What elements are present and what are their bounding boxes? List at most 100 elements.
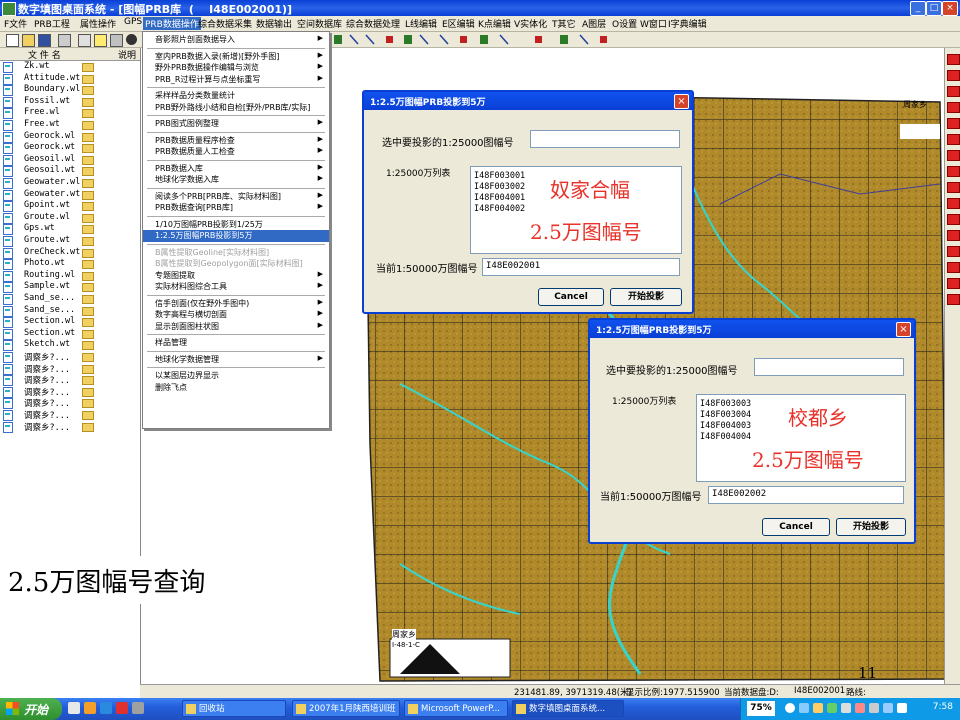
- layer-tool-icon[interactable]: [947, 182, 960, 193]
- folder-icon[interactable]: [82, 364, 94, 374]
- menu-data-collection[interactable]: 综合数据采集: [198, 17, 252, 30]
- menu-layer[interactable]: A图层: [582, 17, 606, 30]
- folder-icon[interactable]: [82, 260, 94, 270]
- folder-icon[interactable]: [82, 190, 94, 200]
- folder-icon[interactable]: [82, 376, 94, 386]
- dropdown-menu-item[interactable]: 地球化学数据管理 ▶: [143, 354, 329, 366]
- file-list-item[interactable]: Fossil.wt: [0, 96, 140, 108]
- folder-icon[interactable]: [82, 237, 94, 246]
- file-list-item[interactable]: Routing.wl: [0, 270, 140, 282]
- folder-icon[interactable]: [82, 422, 94, 432]
- dropdown-menu-item[interactable]: 显示剖面图柱状图 ▶: [143, 321, 329, 333]
- folder-icon[interactable]: [82, 86, 94, 96]
- menu-other[interactable]: T其它: [552, 17, 576, 30]
- file-list-item[interactable]: Georock.wl: [0, 131, 140, 143]
- quick-launch-icon[interactable]: [132, 702, 144, 714]
- dropdown-menu-item[interactable]: PRB野外路线小结和自检[野外/PRB库/实际]: [143, 102, 329, 114]
- minimize-icon[interactable]: _: [910, 1, 926, 16]
- layer-tool-icon[interactable]: [947, 150, 960, 161]
- layer-tool-icon[interactable]: [947, 134, 960, 145]
- menu-dictionary-edit[interactable]: I字典编辑: [668, 17, 707, 30]
- file-list-item[interactable]: Zk.wt: [0, 61, 140, 73]
- folder-icon[interactable]: [82, 318, 94, 328]
- print-icon[interactable]: [58, 34, 71, 47]
- file-list-item[interactable]: 调察乡?...: [0, 374, 140, 387]
- column-file-name[interactable]: 文 件 名: [28, 48, 61, 61]
- dialog-title-bar[interactable]: 1:2.5万图幅PRB投影到5万 ×: [364, 92, 692, 110]
- folder-icon[interactable]: [82, 411, 94, 420]
- tray-icon[interactable]: [827, 703, 837, 713]
- menu-attribute-ops[interactable]: 属性操作: [80, 17, 116, 30]
- file-list-item[interactable]: Attitude.wt: [0, 73, 140, 85]
- dialog-title-bar[interactable]: 1:2.5万图幅PRB投影到5万 ×: [590, 320, 914, 338]
- tray-icon[interactable]: [813, 703, 823, 713]
- taskbar-recycle-bin[interactable]: 回收站: [182, 700, 286, 717]
- menu-entity[interactable]: V实体化: [514, 17, 547, 30]
- maximize-icon[interactable]: □: [926, 1, 942, 16]
- select-sheet-input[interactable]: [754, 358, 904, 376]
- help-icon[interactable]: [94, 34, 107, 47]
- tray-icon[interactable]: [883, 703, 893, 713]
- layer-tool-icon[interactable]: [947, 262, 960, 273]
- layer-tool-icon[interactable]: [947, 54, 960, 65]
- layer-tool-icon[interactable]: [947, 214, 960, 225]
- menu-window[interactable]: W窗口: [640, 17, 667, 30]
- file-list-item[interactable]: Geowater.wl: [0, 177, 140, 189]
- tray-icon[interactable]: [785, 703, 795, 713]
- layer-tool-icon[interactable]: [947, 102, 960, 113]
- file-list-item[interactable]: 调察乡?...: [0, 363, 140, 375]
- dropdown-menu-item[interactable]: PRB图式图例整理 ▶: [143, 118, 329, 130]
- dropdown-menu-item[interactable]: 采样样品分类数量统计: [143, 90, 329, 102]
- file-list-item[interactable]: Gps.wt: [0, 223, 140, 236]
- layer-tool-icon[interactable]: [947, 166, 960, 177]
- layer-tool-icon[interactable]: [947, 246, 960, 257]
- file-list-item[interactable]: Sand_se...: [0, 305, 140, 317]
- list-item[interactable]: I48F004003: [700, 421, 751, 431]
- file-list-item[interactable]: Groute.wt: [0, 235, 140, 247]
- dropdown-menu-item[interactable]: PRB数据质量人工检查 ▶: [143, 146, 329, 158]
- dropdown-menu-item[interactable]: 室内PRB数据入录(新增)[野外手图] ▶: [143, 51, 329, 63]
- folder-icon[interactable]: [82, 109, 94, 119]
- close-icon[interactable]: ×: [896, 322, 911, 337]
- file-list-item[interactable]: Geosoil.wl: [0, 154, 140, 166]
- folder-icon[interactable]: [82, 74, 94, 84]
- folder-icon[interactable]: [82, 213, 94, 223]
- layer-tool-icon[interactable]: [947, 230, 960, 241]
- file-list-item[interactable]: Georock.wt: [0, 142, 140, 155]
- folder-icon[interactable]: [82, 341, 94, 351]
- menu-prb-project[interactable]: PRB工程: [34, 17, 70, 30]
- folder-icon[interactable]: [82, 248, 94, 258]
- close-icon[interactable]: ×: [674, 94, 689, 109]
- file-list-item[interactable]: Groute.wl: [0, 212, 140, 224]
- list-item[interactable]: I48F003001: [474, 171, 525, 181]
- cancel-button[interactable]: Cancel: [762, 518, 830, 536]
- dropdown-menu-item[interactable]: 信手剖面(仅在野外手图中) ▶: [143, 298, 329, 310]
- folder-icon[interactable]: [82, 353, 94, 362]
- dropdown-menu-item[interactable]: PRB数据入库 ▶: [143, 163, 329, 175]
- folder-icon[interactable]: [82, 329, 94, 339]
- file-list-item[interactable]: Sand_se...: [0, 293, 140, 305]
- select-sheet-input[interactable]: [530, 130, 680, 148]
- dropdown-menu-item[interactable]: 地球化学数据入库 ▶: [143, 174, 329, 186]
- layer-tool-icon[interactable]: [947, 118, 960, 129]
- layer-tool-icon[interactable]: [947, 86, 960, 97]
- settings-icon[interactable]: [110, 34, 123, 47]
- menu-data-processing[interactable]: 综合数据处理: [346, 17, 400, 30]
- list-item[interactable]: I48F004001: [474, 193, 525, 203]
- view-icon[interactable]: [126, 34, 137, 45]
- column-description[interactable]: 说明: [118, 48, 136, 61]
- close-icon[interactable]: ×: [942, 1, 958, 16]
- start-button[interactable]: 开始: [0, 698, 62, 720]
- taskbar-digital-mapping[interactable]: 数字填图桌面系统...: [512, 700, 624, 717]
- quick-launch-icon[interactable]: [100, 702, 112, 714]
- file-list-item[interactable]: Free.wt: [0, 119, 140, 131]
- quick-launch-icon[interactable]: [68, 702, 80, 714]
- menu-line-edit[interactable]: L线编辑: [405, 17, 437, 30]
- file-list-item[interactable]: Geosoil.wt: [0, 165, 140, 178]
- dropdown-menu-item[interactable]: 野外PRB数据操作编辑与浏览 ▶: [143, 62, 329, 74]
- tray-icon[interactable]: [855, 703, 865, 713]
- list-item[interactable]: I48F003004: [700, 410, 751, 420]
- file-list-item[interactable]: 调察乡?...: [0, 421, 140, 433]
- list-item[interactable]: I48F004004: [700, 432, 751, 442]
- dropdown-menu-item[interactable]: 1:2.5万图幅PRB投影到5万: [143, 230, 329, 242]
